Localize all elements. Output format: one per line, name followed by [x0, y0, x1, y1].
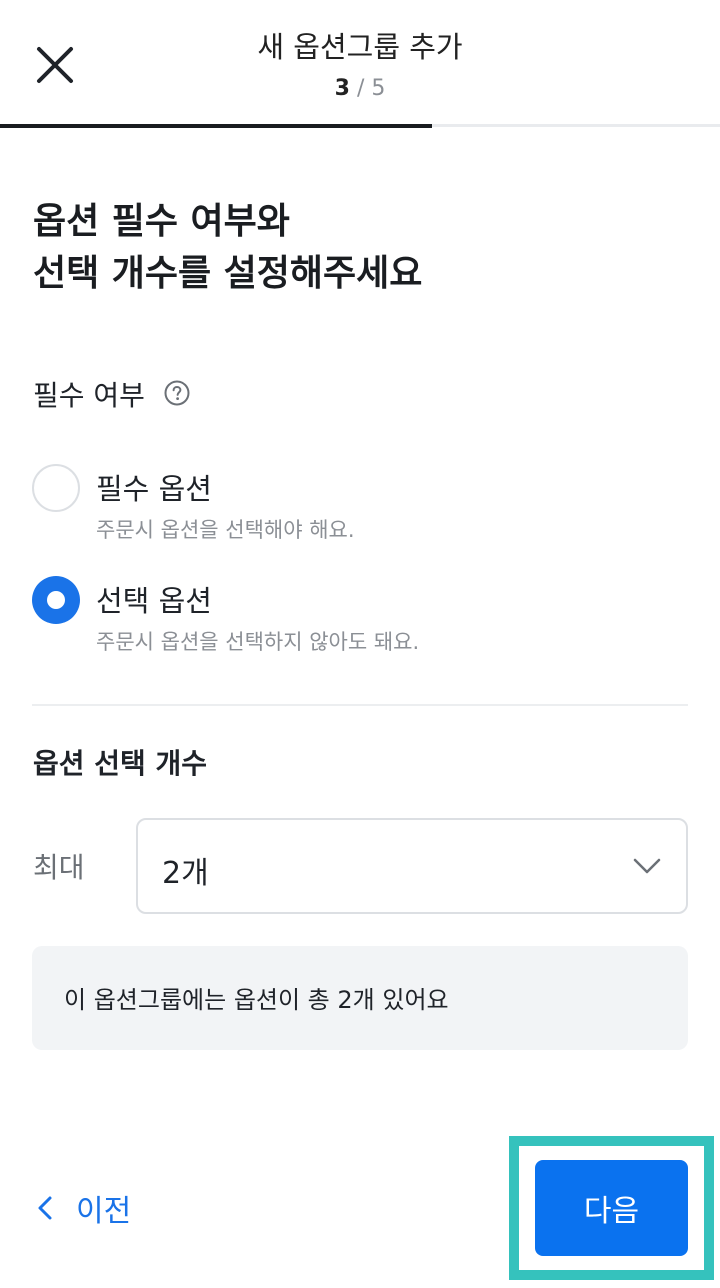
heading-line-2: 선택 개수를 설정해주세요 [33, 253, 423, 294]
section-divider [32, 704, 688, 706]
heading-line-1: 옵션 필수 여부와 [33, 201, 290, 242]
radio-button-required[interactable] [32, 464, 80, 512]
count-section-label: 옵션 선택 개수 [33, 747, 208, 780]
radio-optional-description: 주문시 옵션을 선택하지 않아도 돼요. [96, 630, 420, 654]
max-count-value: 2개 [162, 856, 209, 891]
radio-required-option[interactable]: 필수 옵션 주문시 옵션을 선택해야 해요. [32, 464, 672, 554]
info-text: 이 옵션그룹에는 옵션이 총 2개 있어요 [64, 986, 449, 1014]
step-separator: / [349, 76, 372, 101]
chevron-left-icon [38, 1196, 52, 1220]
chevron-down-icon [633, 858, 661, 874]
main-heading: 옵션 필수 여부와 선택 개수를 설정해주세요 [33, 196, 422, 300]
max-label: 최대 [33, 851, 85, 884]
header: 새 옵션그룹 추가 3 / 5 [0, 0, 720, 128]
radio-required-title: 필수 옵션 [96, 472, 212, 506]
radio-button-optional[interactable] [32, 576, 80, 624]
radio-optional-option[interactable]: 선택 옵션 주문시 옵션을 선택하지 않아도 돼요. [32, 576, 672, 666]
next-button[interactable]: 다음 [535, 1160, 688, 1256]
step-total: 5 [371, 76, 386, 101]
max-count-select[interactable]: 2개 [136, 818, 688, 914]
info-box: 이 옵션그룹에는 옵션이 총 2개 있어요 [32, 946, 688, 1050]
step-indicator: 3 / 5 [0, 76, 720, 101]
help-icon[interactable] [163, 379, 191, 407]
prev-button[interactable]: 이전 [36, 1184, 131, 1232]
required-section-label: 필수 여부 [33, 379, 145, 412]
prev-button-label: 이전 [76, 1194, 132, 1229]
radio-optional-title: 선택 옵션 [96, 584, 212, 618]
radio-required-description: 주문시 옵션을 선택해야 해요. [96, 518, 355, 542]
page-title: 새 옵션그룹 추가 [257, 30, 463, 64]
step-current: 3 [334, 76, 350, 101]
progress-bar [0, 124, 432, 128]
